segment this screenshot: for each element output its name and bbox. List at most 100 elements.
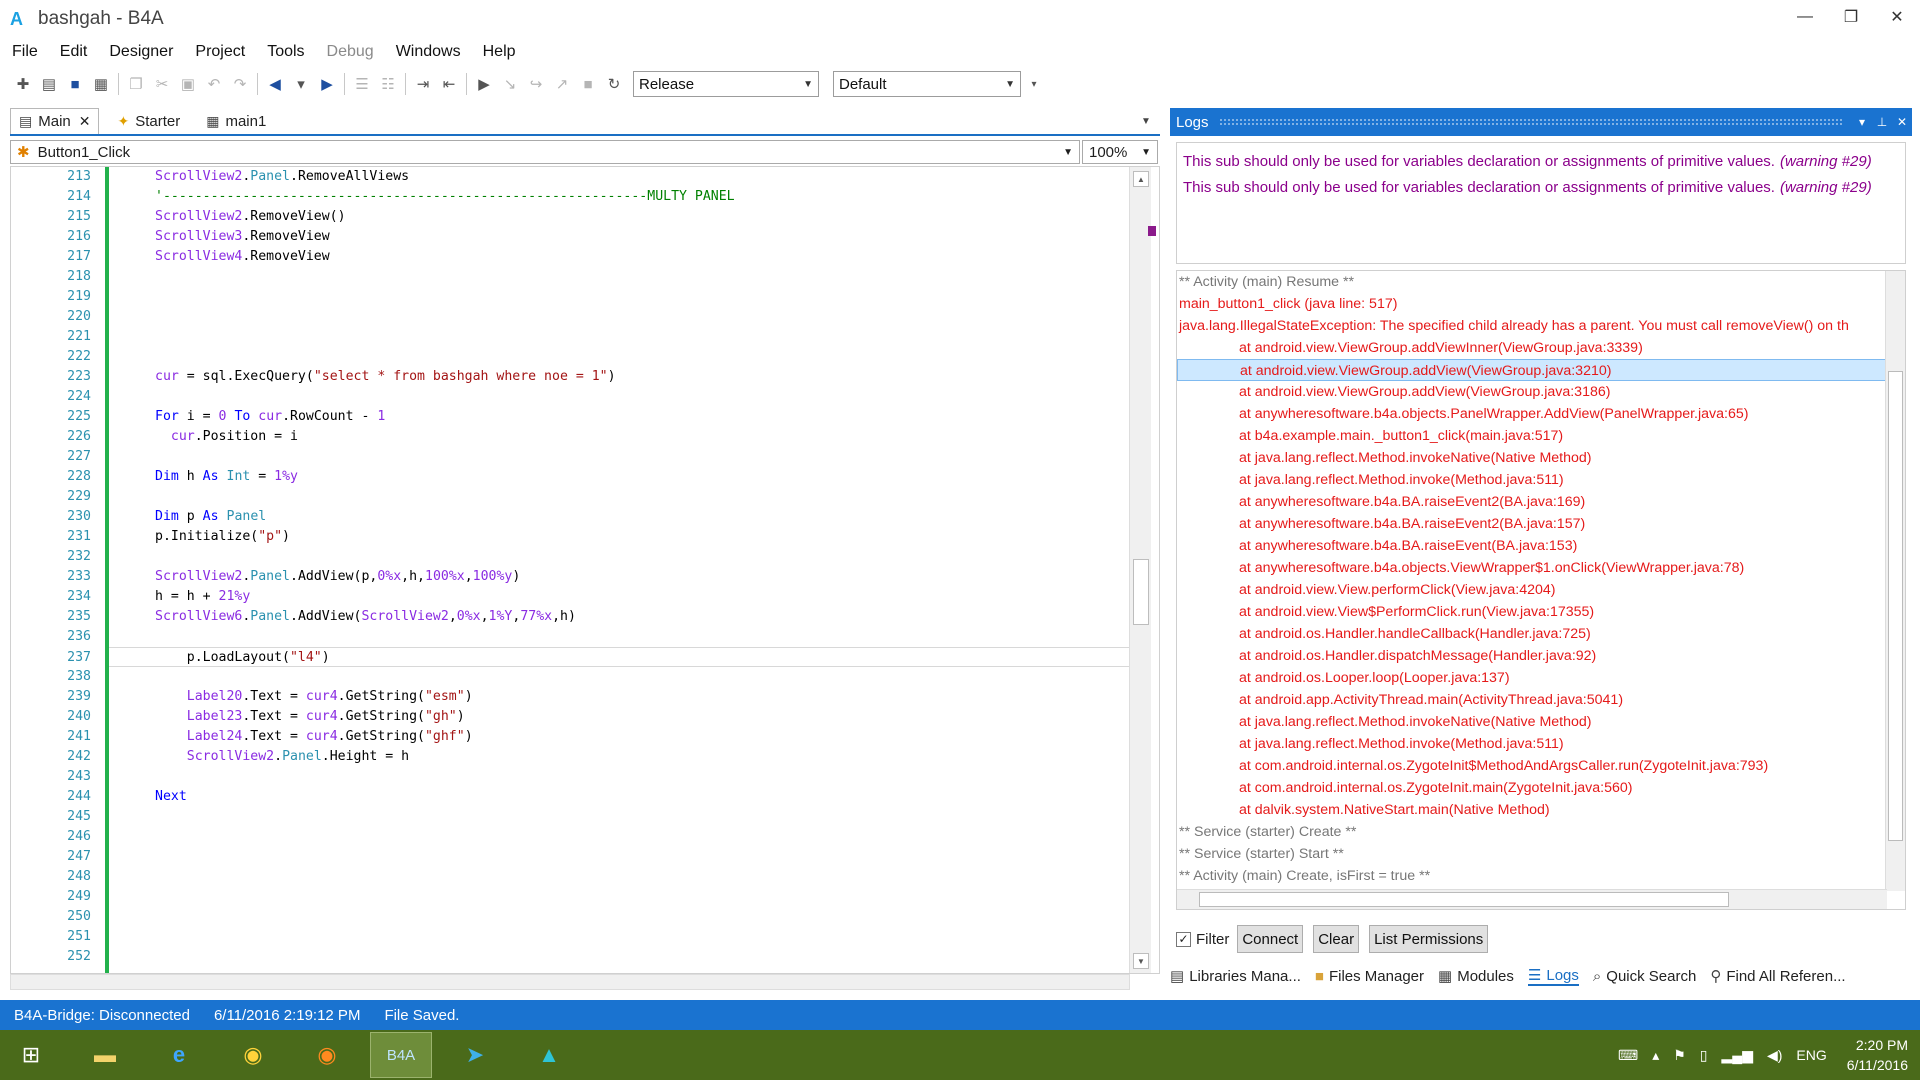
code-line[interactable]: 223 cur = sql.ExecQuery("select * from ba… [67, 367, 1129, 387]
save-icon[interactable]: ■ [62, 72, 88, 96]
tab-list-dropdown-icon[interactable]: ▼ [1141, 116, 1151, 127]
code-line[interactable]: 214 '------------------------------------… [67, 187, 1129, 207]
log-output[interactable]: ** Activity (main) Resume ** main_button1… [1176, 270, 1906, 910]
battery-icon[interactable]: ▯ [1700, 1047, 1708, 1064]
log-entry[interactable]: ** Service (starter) Create ** [1177, 821, 1905, 843]
log-entry[interactable]: java.lang.IllegalStateException: The spe… [1177, 315, 1905, 337]
code-line[interactable]: 236 [67, 627, 1129, 647]
device-config-select[interactable]: Default ▼ [833, 71, 1021, 97]
tab-libraries-manager[interactable]: ▤ Libraries Mana... [1170, 967, 1301, 986]
close-icon[interactable]: ✕ [79, 113, 91, 130]
editor-horizontal-scrollbar[interactable] [10, 974, 1130, 990]
code-line[interactable]: 231 p.Initialize("p") [67, 527, 1129, 547]
close-icon[interactable]: ✕ [1892, 115, 1912, 129]
menu-windows[interactable]: Windows [396, 43, 461, 61]
tab-main1[interactable]: ▦ main1 [198, 108, 274, 134]
code-line[interactable]: 251 [67, 927, 1129, 947]
comment-block-icon[interactable]: ☰ [349, 72, 375, 96]
volume-icon[interactable]: ◀) [1767, 1047, 1782, 1064]
log-vertical-scrollbar[interactable] [1885, 271, 1905, 891]
log-entry[interactable]: at java.lang.reflect.Method.invokeNative… [1177, 711, 1905, 733]
panel-grip[interactable] [1218, 118, 1842, 126]
log-entry[interactable]: at anywheresoftware.b4a.BA.raiseEvent(BA… [1177, 535, 1905, 557]
open-project-icon[interactable]: ▤ [36, 72, 62, 96]
log-entry[interactable]: at java.lang.reflect.Method.invoke(Metho… [1177, 469, 1905, 491]
code-line[interactable]: 244 Next [67, 787, 1129, 807]
step-in-icon[interactable]: ↘ [497, 72, 523, 96]
log-entry[interactable]: at java.lang.reflect.Method.invokeNative… [1177, 447, 1905, 469]
log-entry[interactable]: at anywheresoftware.b4a.objects.ViewWrap… [1177, 557, 1905, 579]
step-out-icon[interactable]: ↗ [549, 72, 575, 96]
log-entry[interactable]: at b4a.example.main._button1_click(main.… [1177, 425, 1905, 447]
code-line[interactable]: 247 [67, 847, 1129, 867]
file-explorer-icon[interactable]: ▬ [74, 1032, 136, 1078]
code-line[interactable]: 222 [67, 347, 1129, 367]
tab-find-references[interactable]: ⚲ Find All Referen... [1710, 967, 1845, 986]
cut-icon[interactable]: ✂ [149, 72, 175, 96]
graduation-app-icon[interactable]: ▲ [518, 1032, 580, 1078]
code-line[interactable]: 229 [67, 487, 1129, 507]
pin-icon[interactable]: ⊥ [1872, 115, 1892, 129]
code-line[interactable]: 220 [67, 307, 1129, 327]
panel-menu-icon[interactable]: ▾ [1852, 115, 1872, 129]
list-permissions-button[interactable]: List Permissions [1369, 925, 1489, 953]
code-line[interactable]: 232 [67, 547, 1129, 567]
internet-explorer-icon[interactable]: e [148, 1032, 210, 1078]
tab-starter[interactable]: ✦ Starter [109, 108, 188, 134]
tab-quick-search[interactable]: ⌕ Quick Search [1593, 968, 1696, 985]
code-line[interactable]: 225 For i = 0 To cur.RowCount - 1 [67, 407, 1129, 427]
code-line[interactable]: 240 Label23.Text = cur4.GetString("gh") [67, 707, 1129, 727]
run-icon[interactable]: ▶ [471, 72, 497, 96]
navigate-back-icon[interactable]: ◀ [262, 72, 288, 96]
menu-project[interactable]: Project [195, 43, 245, 61]
log-entry[interactable]: ** Service (starter) Start ** [1177, 843, 1905, 865]
export-zip-icon[interactable]: ▦ [88, 72, 114, 96]
zoom-select[interactable]: 100% ▼ [1082, 140, 1158, 164]
code-line[interactable]: 242 ScrollView2.Panel.Height = h [67, 747, 1129, 767]
code-line[interactable]: 215 ScrollView2.RemoveView() [67, 207, 1129, 227]
outdent-icon[interactable]: ⇤ [436, 72, 462, 96]
code-line[interactable]: 238 [67, 667, 1129, 687]
firefox-icon[interactable]: ◉ [296, 1032, 358, 1078]
toolbar-overflow-icon[interactable]: ▾ [1021, 72, 1047, 96]
maximize-button[interactable]: ❐ [1828, 0, 1874, 34]
log-horizontal-scrollbar[interactable] [1177, 889, 1887, 909]
log-entry[interactable]: at android.view.View$PerformClick.run(Vi… [1177, 601, 1905, 623]
menu-debug[interactable]: Debug [327, 43, 374, 61]
build-config-select[interactable]: Release ▼ [633, 71, 819, 97]
code-area[interactable]: 213 ScrollView2.Panel.RemoveAllViews 214 '-… [67, 167, 1129, 973]
warning-item[interactable]: This sub should only be used for variabl… [1183, 175, 1899, 201]
log-entry[interactable]: at java.lang.reflect.Method.invoke(Metho… [1177, 733, 1905, 755]
tab-main[interactable]: ▤ Main ✕ [10, 108, 100, 134]
log-entry[interactable]: at android.os.Handler.handleCallback(Han… [1177, 623, 1905, 645]
code-line[interactable]: 239 Label20.Text = cur4.GetString("esm") [67, 687, 1129, 707]
log-entry[interactable]: at dalvik.system.NativeStart.main(Native… [1177, 799, 1905, 821]
network-icon[interactable]: ▂▄▆ [1722, 1047, 1753, 1064]
log-entry[interactable]: ** Activity (main) Resume ** [1177, 271, 1905, 293]
code-line[interactable]: 234 h = h + 21%y [67, 587, 1129, 607]
log-entry[interactable]: ** Activity (main) Create, isFirst = tru… [1177, 865, 1905, 887]
new-project-icon[interactable]: ✚ [10, 72, 36, 96]
log-entry[interactable]: at android.view.View.performClick(View.j… [1177, 579, 1905, 601]
stop-icon[interactable]: ■ [575, 72, 601, 96]
warning-item[interactable]: This sub should only be used for variabl… [1183, 149, 1899, 175]
log-entry[interactable]: at android.app.ActivityThread.main(Activ… [1177, 689, 1905, 711]
code-line[interactable]: 235 ScrollView6.Panel.AddView(ScrollView2… [67, 607, 1129, 627]
code-line[interactable]: 250 [67, 907, 1129, 927]
copy-icon[interactable]: ❐ [123, 72, 149, 96]
b4a-taskbar-icon[interactable]: B4A [370, 1032, 432, 1078]
code-line[interactable]: 226 cur.Position = i [67, 427, 1129, 447]
code-line[interactable]: 230 Dim p As Panel [67, 507, 1129, 527]
code-line[interactable]: 224 [67, 387, 1129, 407]
scrollbar-thumb[interactable] [1888, 371, 1903, 841]
code-line[interactable]: 217 ScrollView4.RemoveView [67, 247, 1129, 267]
log-entry[interactable]: at android.view.ViewGroup.addViewInner(V… [1177, 337, 1905, 359]
log-entry[interactable]: at android.os.Handler.dispatchMessage(Ha… [1177, 645, 1905, 667]
step-over-icon[interactable]: ↪ [523, 72, 549, 96]
menu-tools[interactable]: Tools [267, 43, 304, 61]
sub-selector[interactable]: ✱ Button1_Click ▼ [10, 140, 1080, 164]
menu-file[interactable]: File [12, 43, 38, 61]
log-entry[interactable]: at android.view.ViewGroup.addView(ViewGr… [1177, 381, 1905, 403]
menu-help[interactable]: Help [483, 43, 516, 61]
tab-files-manager[interactable]: ■ Files Manager [1315, 968, 1424, 985]
